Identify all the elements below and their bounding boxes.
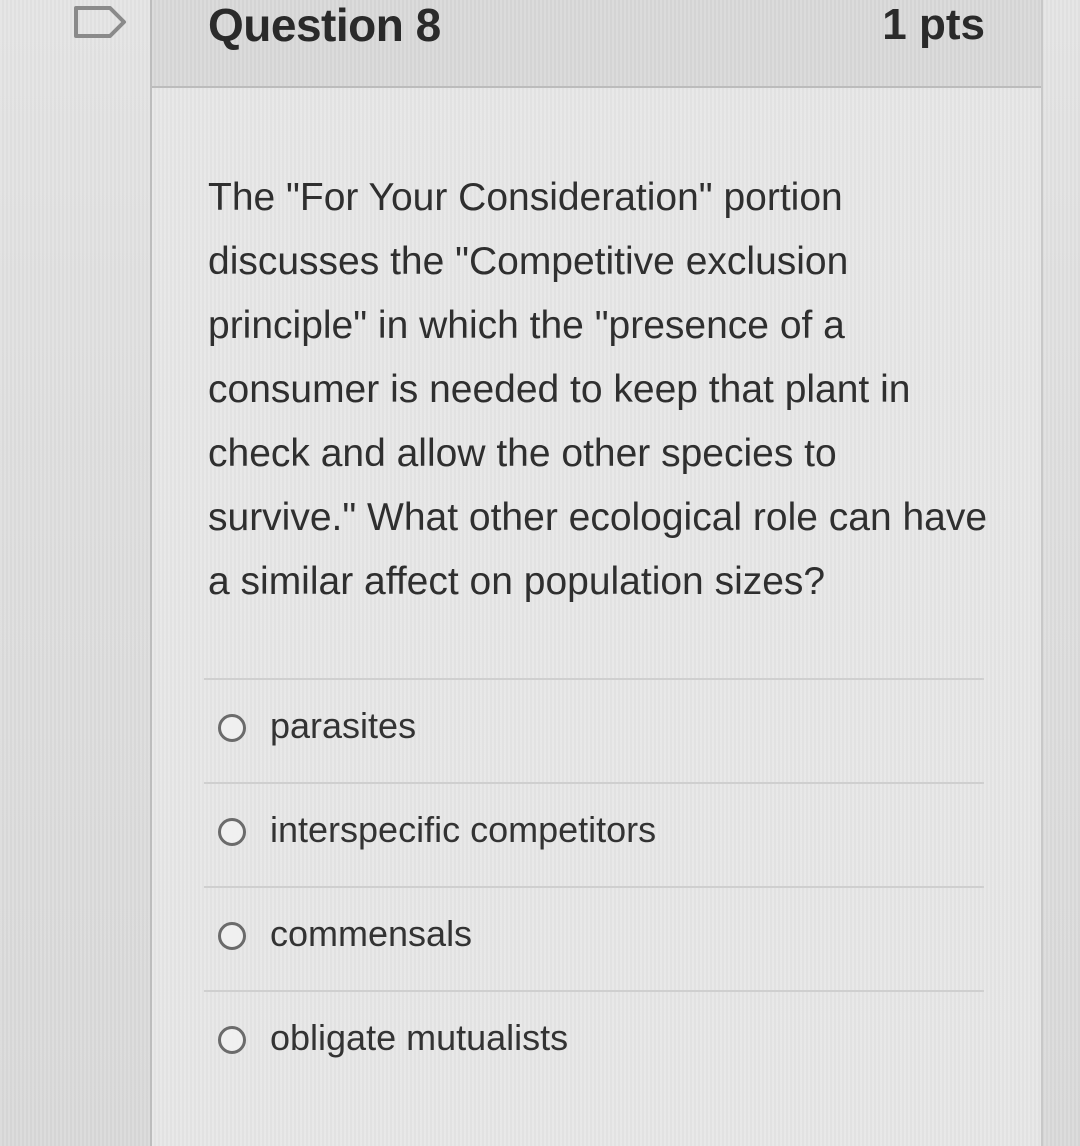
question-header: Question 8 1 pts (152, 0, 1041, 88)
radio-button[interactable] (218, 1026, 246, 1054)
answer-label[interactable]: commensals (270, 912, 472, 956)
question-points: 1 pts (882, 0, 985, 49)
answer-option-obligate-mutualists[interactable]: obligate mutualists (204, 990, 984, 1094)
answer-label[interactable]: obligate mutualists (270, 1016, 568, 1060)
radio-button[interactable] (218, 818, 246, 846)
answer-label[interactable]: parasites (270, 704, 416, 748)
radio-button[interactable] (218, 922, 246, 950)
answer-option-interspecific-competitors[interactable]: interspecific competitors (204, 782, 984, 886)
answer-list: parasites interspecific competitors comm… (204, 678, 984, 1094)
answer-option-commensals[interactable]: commensals (204, 886, 984, 990)
radio-button[interactable] (218, 714, 246, 742)
answer-label[interactable]: interspecific competitors (270, 808, 656, 852)
answer-option-parasites[interactable]: parasites (204, 678, 984, 782)
flag-icon[interactable] (72, 4, 128, 40)
question-card: Question 8 1 pts The "For Your Considera… (150, 0, 1043, 1146)
question-title: Question 8 (208, 0, 441, 51)
question-text: The "For Your Consideration" portion dis… (208, 176, 988, 603)
